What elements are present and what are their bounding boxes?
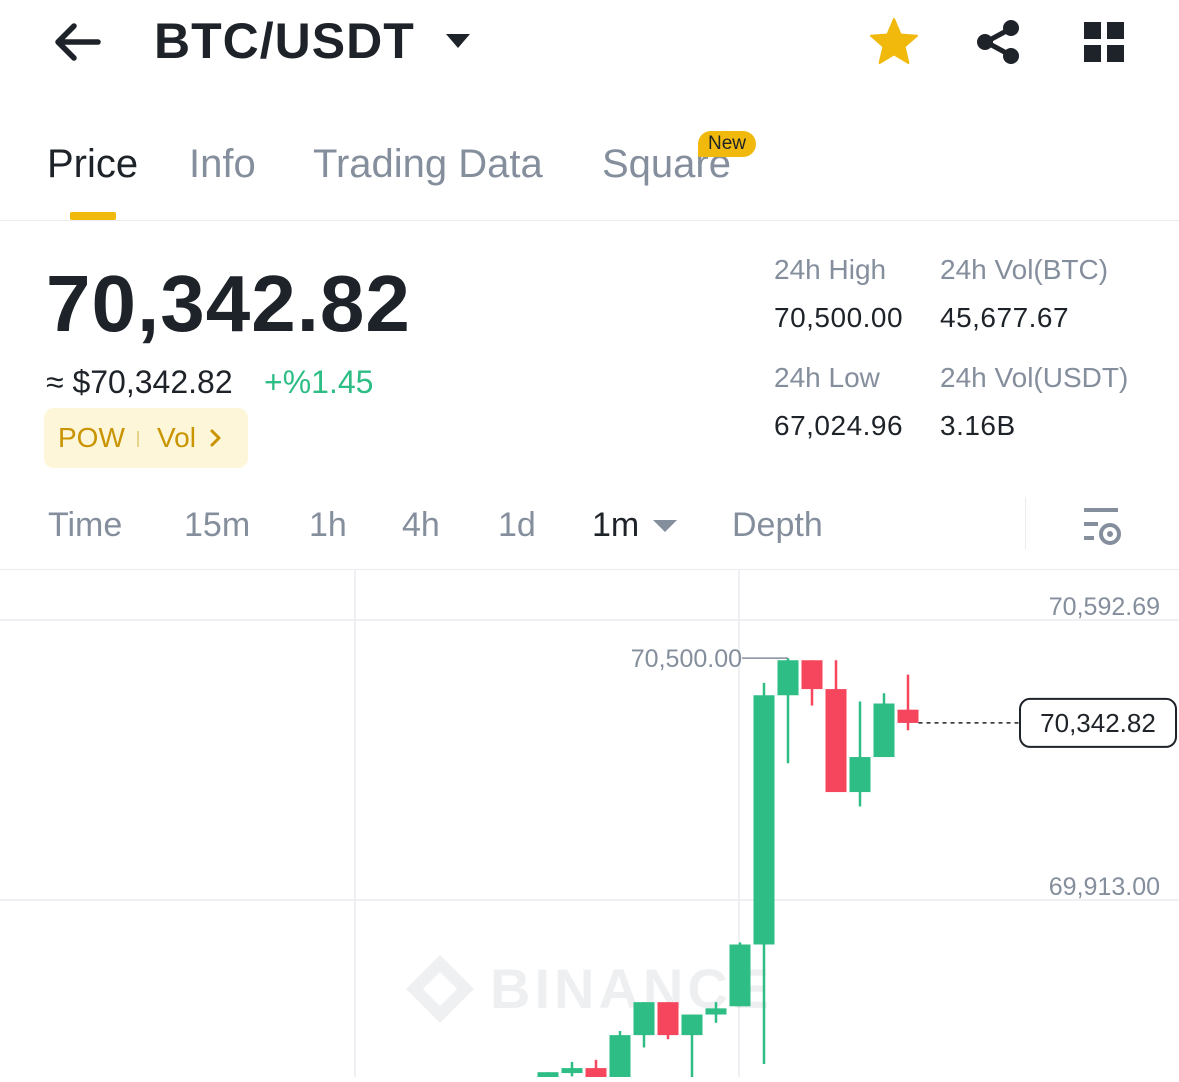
candle-body	[561, 1068, 583, 1074]
y-tick-label: 69,913.00	[1049, 873, 1160, 901]
stat-vol-base-value: 45,677.67	[940, 302, 1070, 333]
interval-1d[interactable]: 1d	[498, 506, 536, 545]
candle-body	[753, 695, 775, 945]
candle-body	[537, 1072, 559, 1082]
last-price: 70,342.82	[46, 259, 411, 348]
back-arrow-icon[interactable]	[48, 18, 104, 66]
interval-time[interactable]: Time	[48, 506, 122, 545]
y-tick-label: 70,592.69	[1049, 593, 1160, 621]
price-change-percent: +%1.45	[264, 364, 374, 400]
tab-info[interactable]: Info	[189, 142, 256, 187]
high-annotation-label: 70,500.00	[631, 645, 742, 673]
candlestick-chart[interactable]: BINANCE 70,592.69 69,913.00 70,500.00 70,342…	[0, 570, 1179, 1082]
candle-body	[825, 689, 847, 793]
interval-1h[interactable]: 1h	[309, 506, 347, 545]
stat-high-value: 70,500.00	[774, 302, 904, 333]
stat-high-label: 24h High	[774, 254, 887, 285]
candle-body	[657, 1002, 679, 1036]
star-icon[interactable]	[868, 16, 920, 68]
candle-body	[585, 1068, 607, 1081]
interval-divider	[1025, 497, 1026, 549]
chevron-right-icon[interactable]	[208, 428, 224, 448]
stat-low-label: 24h Low	[774, 362, 880, 393]
new-badge: New	[698, 131, 757, 157]
tag-vol[interactable]: Vol	[157, 422, 196, 454]
binance-logo-icon	[406, 955, 474, 1023]
stat-vol-quote-value: 3.16B	[940, 410, 1016, 441]
tab-trading-data[interactable]: Trading Data	[313, 142, 543, 187]
interval-4h[interactable]: 4h	[402, 506, 440, 545]
candle-body	[705, 1008, 727, 1015]
interval-depth[interactable]: Depth	[732, 506, 823, 545]
stat-vol-base-label: 24h Vol(BTC)	[940, 254, 1109, 285]
fiat-price: ≈ $70,342.82	[46, 364, 233, 400]
candle-body	[873, 703, 895, 758]
candle-body	[609, 1035, 631, 1081]
candle-body	[681, 1014, 703, 1036]
watermark-logo	[406, 955, 474, 1023]
candle-body	[801, 660, 823, 690]
caret-down-icon[interactable]	[444, 32, 472, 50]
candle-body	[729, 944, 751, 1007]
candle-body	[897, 709, 919, 723]
candle-body	[777, 660, 799, 696]
interval-caret-icon[interactable]	[652, 518, 678, 534]
candle-body	[633, 1002, 655, 1036]
share-icon[interactable]	[974, 18, 1022, 66]
current-price-label: 70,342.82	[1040, 708, 1156, 738]
interval-15m[interactable]: 15m	[184, 506, 250, 545]
tag-pow[interactable]: POW	[58, 422, 125, 454]
candle-body	[849, 757, 871, 793]
tab-divider	[0, 220, 1179, 221]
stat-low-value: 67,024.96	[774, 410, 904, 441]
interval-1m[interactable]: 1m	[592, 506, 639, 545]
active-tab-indicator	[70, 212, 116, 220]
grid-menu-icon[interactable]	[1082, 20, 1126, 64]
chart-settings-icon[interactable]	[1080, 504, 1124, 548]
tab-price[interactable]: Price	[47, 142, 138, 187]
pair-title[interactable]: BTC/USDT	[154, 12, 415, 70]
stat-vol-quote-label: 24h Vol(USDT)	[940, 362, 1129, 393]
tag-separator	[137, 431, 139, 447]
chart-svg[interactable]: BINANCE70,592.6969,913.0070,500.0070,342…	[0, 570, 1179, 1082]
